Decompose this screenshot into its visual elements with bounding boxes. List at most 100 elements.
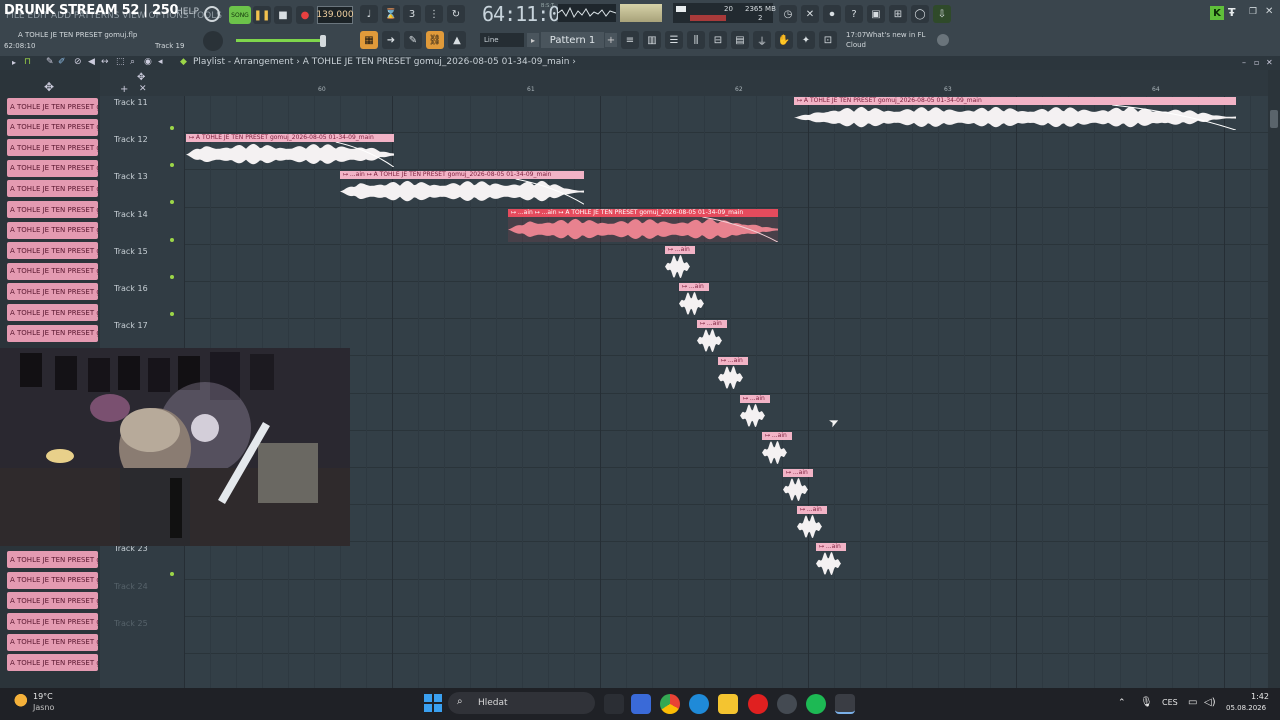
loop-record-button[interactable]: ↻ (447, 5, 465, 23)
spotify-icon[interactable] (806, 694, 826, 714)
audio-clip-label[interactable]: ↦ A TOHLE JE TEN PRESET gomuj_2026-08-05… (794, 97, 1236, 105)
audio-clip[interactable]: ↦ ...ain (718, 357, 748, 390)
track-active-led[interactable] (170, 237, 174, 242)
pattern-item[interactable]: A TOHLE JE TEN PRESET g (7, 571, 98, 589)
audio-clip-label[interactable]: ↦ ...ain (783, 469, 813, 477)
tempo-tapper-button[interactable]: ✦ (797, 31, 815, 49)
plugin-picker-button[interactable]: ⏚ (753, 31, 771, 49)
pencil-icon[interactable]: ✎ (46, 57, 54, 67)
select-icon[interactable]: ⬚ (116, 57, 125, 67)
paint-icon[interactable]: ✐ (58, 57, 66, 67)
download-button[interactable]: ⇩ (933, 5, 951, 23)
track-header[interactable]: Track 15 (110, 247, 182, 283)
track-active-led[interactable] (170, 126, 174, 130)
resize-icon[interactable]: ✥ (137, 72, 145, 83)
magnet-icon[interactable]: ⊓ (24, 57, 31, 67)
track-header[interactable]: Track 16 (110, 284, 182, 320)
clock-date[interactable]: 05.08.2026 (1226, 704, 1266, 712)
task-view-icon[interactable] (604, 694, 624, 714)
audio-clip[interactable]: ↦ A TOHLE JE TEN PRESET gomuj_2026-08-05… (186, 134, 394, 168)
track-active-led[interactable] (170, 163, 174, 168)
audio-clip[interactable]: ↦ ...ain (740, 394, 770, 428)
audio-clip[interactable]: ↦ ...ain (797, 506, 827, 539)
audio-clip-label[interactable]: ↦ ...ain (740, 394, 770, 403)
microphone-icon[interactable]: 🎙 (1140, 697, 1153, 708)
track-header[interactable]: Track 14 (110, 210, 182, 246)
save-button[interactable]: ▣ (867, 5, 885, 23)
track-active-led[interactable] (170, 274, 174, 279)
monitor-icon[interactable]: ▭ (1188, 697, 1197, 708)
arrow-left-right-icon[interactable]: ◆ (180, 57, 187, 67)
audio-clip-label[interactable]: ↦ ...ain (697, 320, 727, 329)
snap-selector[interactable]: Line (480, 33, 524, 47)
audio-clip-label[interactable]: ↦ ...ain ↦ ...ain ↦ A TOHLE JE TEN PRESE… (508, 208, 778, 217)
pattern-item[interactable]: A TOHLE JE TEN PRESET g (7, 201, 98, 218)
track-header[interactable]: Track 12 (110, 135, 182, 171)
track-header[interactable]: Track 24 (110, 582, 182, 618)
weather-moon-icon[interactable] (10, 693, 28, 711)
vertical-scrollbar[interactable] (1268, 70, 1280, 688)
store-icon[interactable] (631, 694, 651, 714)
news-settings-icon[interactable] (937, 34, 949, 46)
pattern-selector[interactable]: Pattern 1 (541, 32, 604, 48)
help-button[interactable]: ? (845, 5, 863, 23)
menu-help[interactable]: HELP (176, 7, 199, 17)
pattern-item[interactable]: A TOHLE JE TEN PRESET g (7, 283, 98, 301)
plugin-button[interactable]: ⊞ (889, 5, 907, 23)
playlist-menu-icon[interactable]: ▸ (12, 58, 16, 67)
step-edit-button[interactable]: ⋮ (425, 5, 443, 23)
audio-clip[interactable]: ↦ ...ain ↦ A TOHLE JE TEN PRESET gomuj_2… (340, 171, 584, 205)
mixer-button[interactable]: ⫼ (687, 31, 705, 49)
tempo-display[interactable]: 139.000 (316, 6, 354, 24)
pattern-item[interactable]: A TOHLE JE TEN PRESET g (7, 118, 98, 136)
wait-input-button[interactable]: ⌛ (382, 5, 400, 23)
pattern-item[interactable]: A TOHLE JE TEN PRESET g (7, 98, 98, 115)
pattern-prev-button[interactable]: ▸ (527, 33, 539, 47)
move-icon[interactable]: ✥ (44, 80, 54, 94)
master-volume-handle[interactable] (320, 35, 326, 47)
stamp-tool-button[interactable]: ▲ (448, 31, 466, 49)
track-header[interactable]: Track 13 (110, 172, 182, 208)
audio-clip-label[interactable]: ↦ ...ain (679, 283, 709, 291)
pattern-item[interactable]: A TOHLE JE TEN PRESET g (7, 592, 98, 610)
audio-clip[interactable]: ↦ ...ain (816, 543, 846, 576)
speaker-icon[interactable]: ◂ (158, 57, 163, 67)
channel-rack-button[interactable]: ☰ (665, 31, 683, 49)
song-mode-toggle[interactable]: SONG (229, 6, 251, 24)
pattern-item[interactable]: A TOHLE JE TEN PRESET g (7, 262, 98, 280)
add-pattern-button[interactable]: + (605, 33, 617, 47)
link-tool-button[interactable]: ⛓ (426, 31, 444, 49)
window-close-icon[interactable]: ✕ (1265, 6, 1273, 17)
chat-button[interactable]: ◯ (911, 5, 929, 23)
project-button[interactable]: ▤ (731, 31, 749, 49)
audio-clip[interactable]: ↦ ...ain (679, 283, 709, 316)
countdown-button[interactable]: 3 (403, 5, 421, 23)
audio-clip-label[interactable]: ↦ ...ain (718, 357, 748, 366)
pattern-item[interactable]: A TOHLE JE TEN PRESET g (7, 324, 98, 342)
zoom-icon[interactable]: ⌕ (130, 57, 135, 67)
record-button[interactable]: ● (296, 6, 314, 24)
pattern-item[interactable]: A TOHLE JE TEN PRESET g (7, 633, 98, 651)
app-red-icon[interactable] (748, 694, 768, 714)
browser-button[interactable]: ⊟ (709, 31, 727, 49)
add-icon[interactable]: + (120, 84, 128, 95)
audio-clip[interactable]: ↦ ...ain ↦ ...ain ↦ A TOHLE JE TEN PRESE… (508, 208, 778, 242)
stop-button[interactable]: ■ (274, 6, 292, 24)
vertical-scrollbar-thumb[interactable] (1270, 110, 1278, 128)
shortcut-button-2[interactable]: ✕ (801, 5, 819, 23)
pattern-item[interactable]: A TOHLE JE TEN PRESET g (7, 180, 98, 198)
touch-keyboard-button[interactable]: ✋ (775, 31, 793, 49)
close-icon[interactable]: ✕ (1266, 58, 1273, 67)
track-active-led[interactable] (170, 200, 174, 205)
edge-icon[interactable] (689, 694, 709, 714)
shop-button[interactable]: ⊡ (819, 31, 837, 49)
pencil-tool-button[interactable]: ✎ (404, 31, 422, 49)
track-active-led[interactable] (170, 572, 174, 577)
piano-roll-button[interactable]: ▥ (643, 31, 661, 49)
audio-clip-label[interactable]: ↦ A TOHLE JE TEN PRESET gomuj_2026-08-05… (186, 134, 394, 143)
maximize-icon[interactable]: ▫ (1254, 58, 1259, 67)
mute-icon[interactable]: ◀ (88, 57, 95, 67)
weather-temperature[interactable]: 19°C (33, 692, 53, 701)
audio-clip[interactable]: ↦ A TOHLE JE TEN PRESET gomuj_2026-08-05… (794, 97, 1236, 131)
news-cloud[interactable]: Cloud (846, 41, 866, 49)
